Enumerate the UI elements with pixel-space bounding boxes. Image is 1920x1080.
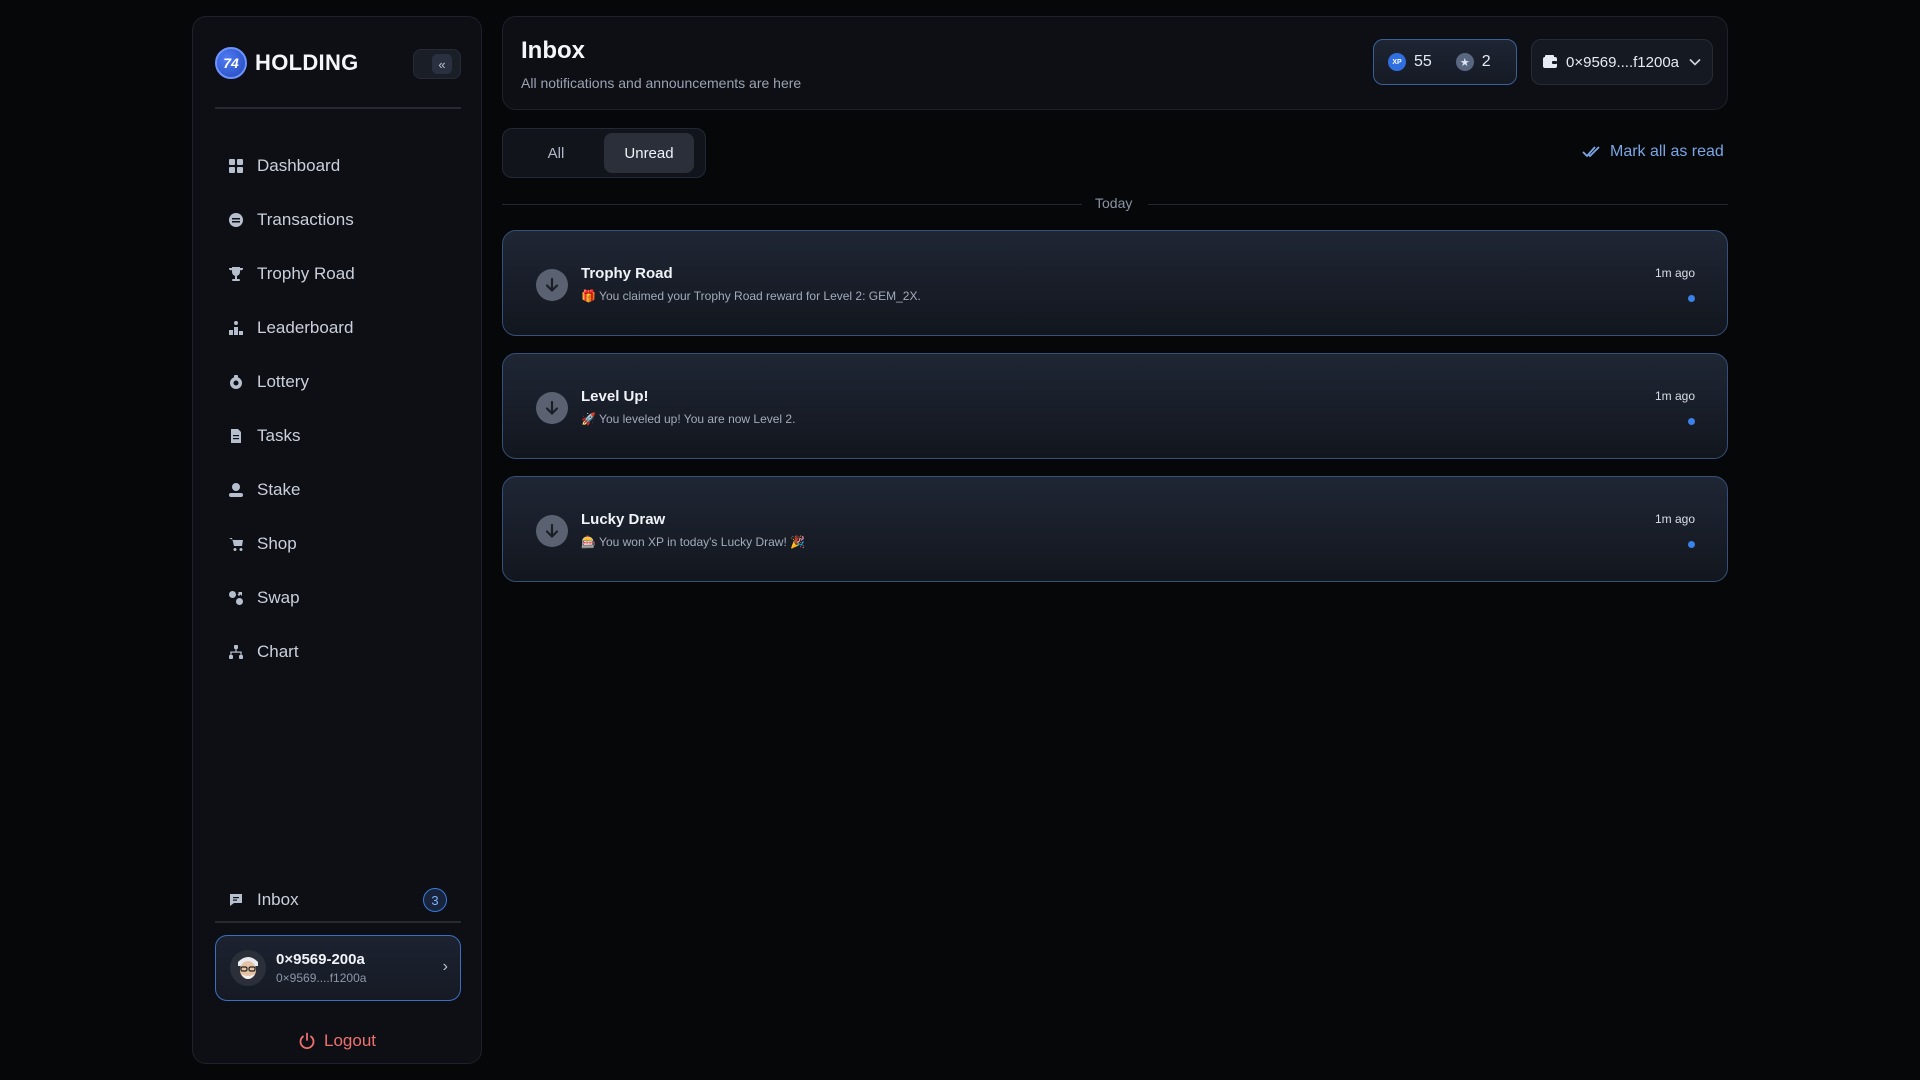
coin-icon — [227, 211, 245, 229]
sidebar-item-tasks[interactable]: Tasks — [193, 409, 481, 463]
divider-line-left — [502, 204, 1082, 205]
notification-time: 1m ago — [1654, 266, 1695, 280]
swap-icon — [227, 589, 245, 607]
profile-name: 0×9569-200a — [276, 951, 365, 968]
notification-time: 1m ago — [1654, 389, 1695, 403]
xp-icon: XP — [1388, 53, 1406, 71]
sidebar-item-label: Shop — [257, 534, 297, 553]
double-chevron-left-icon: « — [432, 54, 452, 74]
notification-card[interactable]: Lucky Draw 🎰 You won XP in today's Lucky… — [502, 476, 1728, 582]
sidebar-item-chart[interactable]: Chart — [193, 625, 481, 679]
day-divider: Today — [502, 194, 1728, 214]
double-check-icon — [1582, 146, 1600, 158]
wallet-address: 0×9569....f1200a — [1566, 53, 1680, 71]
sidebar-item-lottery[interactable]: Lottery — [193, 355, 481, 409]
profile-card[interactable]: 0×9569-200a 0×9569....f1200a › — [215, 935, 461, 1001]
mark-all-read-label: Mark all as read — [1610, 143, 1724, 160]
sidebar-divider-top — [215, 107, 461, 109]
page-title: Inbox — [521, 37, 585, 64]
sidebar-item-swap[interactable]: Swap — [193, 571, 481, 625]
wallet-icon — [1543, 55, 1557, 68]
sidebar-item-transactions[interactable]: Transactions — [193, 193, 481, 247]
notification-card[interactable]: Level Up! 🚀 You leveled up! You are now … — [502, 353, 1728, 459]
sidebar-item-label: Dashboard — [257, 156, 341, 175]
lottery-icon — [227, 373, 245, 391]
tab-all[interactable]: All — [508, 133, 604, 173]
notification-message: 🎁 You claimed your Trophy Road reward fo… — [581, 289, 921, 303]
page-header: Inbox All notifications and announcement… — [502, 16, 1728, 110]
sidebar-item-leaderboard[interactable]: Leaderboard — [193, 301, 481, 355]
unread-count-badge: 3 — [423, 888, 447, 912]
star-stat: ★ 2 — [1455, 53, 1491, 71]
podium-icon — [227, 319, 245, 337]
unread-dot — [1688, 295, 1695, 302]
grid-icon — [227, 157, 245, 175]
sidebar-item-stake[interactable]: Stake — [193, 463, 481, 517]
sidebar-item-label: Inbox — [257, 890, 299, 909]
sidebar-item-label: Leaderboard — [257, 318, 354, 337]
xp-stat: XP 55 — [1388, 53, 1432, 71]
logout-label: Logout — [324, 1031, 376, 1050]
tab-unread[interactable]: Unread — [604, 133, 694, 173]
stake-icon — [227, 481, 245, 499]
sidebar-item-trophy-road[interactable]: Trophy Road — [193, 247, 481, 301]
brand[interactable]: 74 HOLDING — [215, 47, 359, 79]
notification-message: 🚀 You leveled up! You are now Level 2. — [581, 412, 796, 426]
collapse-sidebar-button[interactable]: « — [413, 49, 461, 79]
sidebar-item-label: Stake — [257, 480, 301, 499]
brand-logo-icon: 74 — [215, 47, 247, 79]
logout-button[interactable]: Logout — [193, 1031, 481, 1051]
notification-title: Lucky Draw — [581, 511, 666, 528]
sidebar-item-label: Trophy Road — [257, 264, 355, 283]
divider-line-right — [1148, 204, 1728, 205]
wallet-dropdown[interactable]: 0×9569....f1200a — [1531, 39, 1713, 85]
avatar — [230, 950, 266, 986]
power-icon — [299, 1032, 315, 1050]
star-icon: ★ — [1455, 53, 1474, 71]
document-icon — [227, 427, 245, 445]
mark-all-read-button[interactable]: Mark all as read — [1582, 143, 1724, 161]
notification-time: 1m ago — [1654, 512, 1695, 526]
brand-name: HOLDING — [255, 50, 359, 75]
sidebar-nav: Dashboard Transactions Trophy Road Leade… — [193, 139, 481, 679]
day-label: Today — [1095, 195, 1133, 211]
xp-value: 55 — [1414, 53, 1432, 70]
cart-icon — [227, 535, 245, 553]
sidebar-item-label: Chart — [257, 642, 299, 661]
notification-message: 🎰 You won XP in today's Lucky Draw! 🎉 — [581, 535, 806, 549]
star-value: 2 — [1481, 53, 1491, 70]
chevron-right-icon: › — [442, 958, 448, 975]
trophy-icon — [227, 265, 245, 283]
chevron-down-icon — [1688, 55, 1702, 72]
inbox-filter-tabs: All Unread — [502, 128, 706, 178]
unread-dot — [1688, 541, 1695, 548]
sidebar: 74 HOLDING « Dashboard Transactions Trop… — [192, 16, 482, 1064]
notification-card[interactable]: Trophy Road 🎁 You claimed your Trophy Ro… — [502, 230, 1728, 336]
user-stats-pill[interactable]: XP 55 ★ 2 — [1373, 39, 1517, 85]
notification-title: Level Up! — [581, 388, 649, 405]
profile-address: 0×9569....f1200a — [276, 971, 367, 985]
unread-dot — [1688, 418, 1695, 425]
avatar-face-icon — [230, 950, 266, 986]
sidebar-item-label: Tasks — [257, 426, 301, 445]
page-subtitle: All notifications and announcements are … — [521, 75, 802, 91]
chat-icon — [227, 891, 245, 909]
sidebar-item-label: Lottery — [257, 372, 309, 391]
sidebar-item-label: Transactions — [257, 210, 354, 229]
sidebar-item-shop[interactable]: Shop — [193, 517, 481, 571]
arrow-down-icon — [536, 269, 568, 301]
arrow-down-icon — [536, 515, 568, 547]
sidebar-item-inbox[interactable]: Inbox 3 — [193, 873, 481, 927]
sidebar-item-dashboard[interactable]: Dashboard — [193, 139, 481, 193]
network-icon — [227, 643, 245, 661]
sidebar-divider-bottom — [215, 921, 461, 923]
arrow-down-icon — [536, 392, 568, 424]
notification-title: Trophy Road — [581, 265, 673, 282]
sidebar-item-label: Swap — [257, 588, 300, 607]
